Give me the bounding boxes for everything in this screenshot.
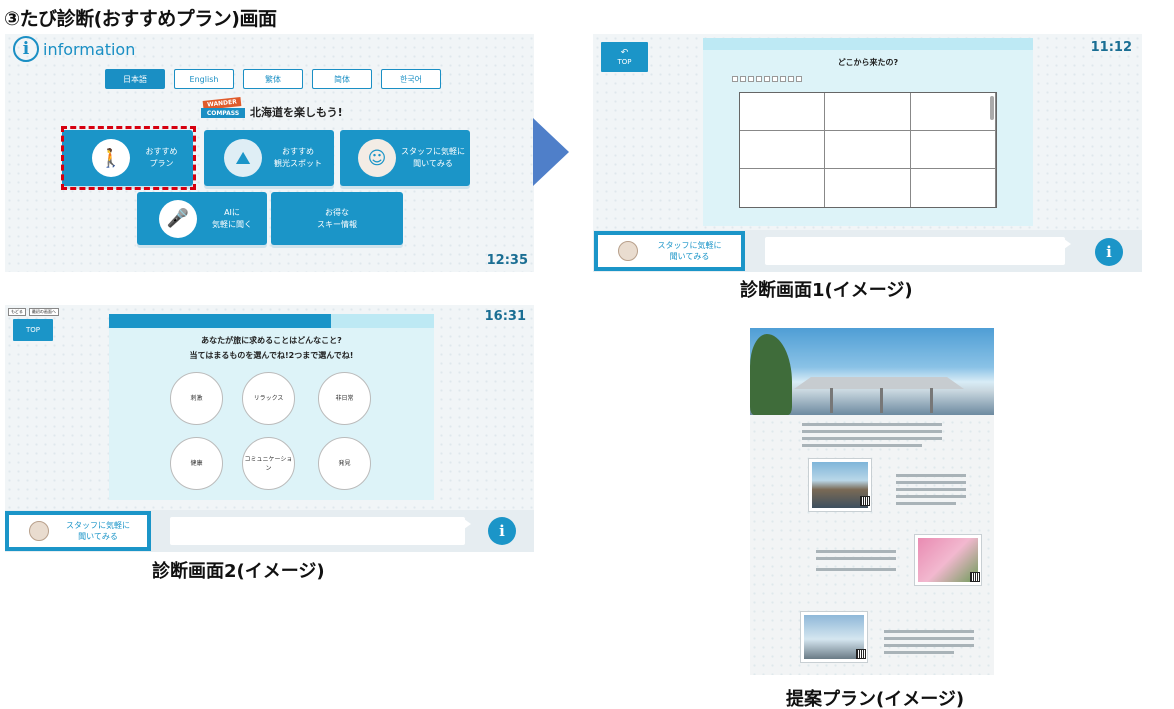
snow-mountain-icon: ⛰ [224, 139, 262, 177]
ask-staff-button[interactable]: ☺ スタッフに気軽に 聞いてみる [340, 130, 470, 186]
staff-face-icon: ☺ [358, 139, 396, 177]
lang-korean[interactable]: 한국어 [381, 69, 441, 89]
back-icon: ↶ [620, 48, 629, 58]
language-selector: 日本語 English 繁体 简体 한국어 [105, 69, 441, 89]
lang-traditional-chinese[interactable]: 繁体 [243, 69, 303, 89]
clock-time: 11:12 [1090, 40, 1132, 55]
prefecture-option[interactable] [740, 93, 826, 131]
clock-time: 16:31 [484, 309, 526, 324]
information-logo: i information [13, 36, 135, 62]
top-button-label: TOP [25, 326, 40, 334]
ski-info-button[interactable]: お得な スキー情報 [271, 192, 403, 245]
staff-avatar [618, 241, 638, 261]
ask-staff-button[interactable]: スタッフに気軽に 聞いてみる [594, 231, 745, 271]
progress-bar [703, 38, 1033, 50]
preference-question-screen: もどる 最初の画面へ TOP あなたが旅に求めることはどんなこと? 当てはまるも… [5, 305, 534, 552]
clock: 16:31 [485, 309, 526, 324]
progress-bar [109, 314, 434, 328]
intro-text [802, 423, 942, 426]
caption-screen1: 診断画面1(イメージ) [740, 280, 913, 301]
prefecture-option[interactable] [740, 131, 826, 169]
logo-text: information [43, 39, 136, 59]
choice-communication[interactable]: コミュニケーション [242, 437, 295, 490]
top-button-label: TOP [617, 58, 632, 66]
lang-simplified-chinese[interactable]: 简体 [312, 69, 372, 89]
prefecture-option[interactable] [910, 93, 996, 131]
brand-line2: COMPASS [201, 108, 245, 118]
prefecture-option[interactable] [825, 169, 911, 207]
progress-fill [109, 314, 331, 328]
lang-english[interactable]: English [174, 69, 234, 89]
staff-button-label: スタッフに気軽に 聞いてみる [657, 241, 722, 261]
intro-text [802, 444, 922, 447]
staff-avatar [29, 521, 49, 541]
pavilion-roof [794, 377, 964, 389]
caption-plan: 提案プラン(イメージ) [786, 689, 965, 709]
top-button[interactable]: ↶ TOP [601, 42, 648, 72]
button-label: スタッフに気軽に 聞いてみる [401, 147, 465, 168]
hero-photo [750, 328, 994, 415]
info-icon[interactable]: i [1095, 238, 1123, 266]
button-label: おすすめ 観光スポット [274, 147, 322, 168]
choice-stimulation[interactable]: 刺激 [170, 372, 223, 425]
selection-highlight [61, 126, 196, 190]
suggested-plan-document [750, 328, 994, 675]
tree-shape [750, 334, 792, 415]
button-label: お得な スキー情報 [317, 207, 357, 229]
top-button[interactable]: TOP [13, 319, 53, 341]
choice-discovery[interactable]: 発見 [318, 437, 371, 490]
microphone-icon: 🎤 [159, 199, 197, 238]
kana-index-tabs [732, 76, 802, 82]
info-icon: i [13, 36, 39, 62]
clock: 12:35 [487, 253, 528, 268]
ask-staff-button[interactable]: スタッフに気軽に 聞いてみる [5, 511, 151, 551]
caption-screen2: 診断画面2(イメージ) [152, 561, 325, 582]
origin-question-screen: ↶ TOP どこから来たの? 11:12 スタッフに気軽に 聞いてみる i [593, 34, 1142, 272]
info-icon[interactable]: i [488, 517, 516, 545]
recommended-spots-button[interactable]: ⛰ おすすめ 観光スポット [204, 130, 334, 186]
wander-compass-logo: WANDER COMPASS [201, 97, 245, 119]
lang-japanese[interactable]: 日本語 [105, 69, 165, 89]
prefecture-grid [739, 92, 997, 208]
back-tag[interactable]: もどる [8, 308, 26, 316]
page-heading: ③たび診断(おすすめプラン)画面 [4, 8, 277, 30]
chat-input[interactable] [765, 237, 1071, 265]
tagline: 北海道を楽しもう! [250, 106, 343, 119]
clock-time: 12:35 [486, 253, 528, 268]
choice-extraordinary[interactable]: 非日常 [318, 372, 371, 425]
top-menu-screen: i information 日本語 English 繁体 简体 한국어 WAND… [5, 34, 534, 272]
ask-ai-button[interactable]: 🎤 AIに 気軽に聞く [137, 192, 267, 245]
flow-arrow-icon [533, 118, 569, 186]
prefecture-option[interactable] [740, 169, 826, 207]
intro-text [802, 430, 942, 433]
prefecture-option[interactable] [911, 169, 996, 207]
prefecture-option[interactable] [910, 131, 996, 169]
first-screen-tag[interactable]: 最初の画面へ [28, 308, 59, 316]
chat-input[interactable] [170, 517, 471, 545]
staff-button-label: スタッフに気軽に 聞いてみる [66, 521, 130, 541]
button-label: AIに 気軽に聞く [212, 207, 252, 229]
qr-code-icon [970, 572, 980, 582]
question-text: あなたが旅に求めることはどんなこと? 当てはまるものを選んでね!2つまで選んでね… [189, 336, 354, 360]
grid-scrollbar[interactable] [990, 96, 994, 120]
intro-text [802, 437, 942, 440]
qr-code-icon [860, 496, 870, 506]
clock: 11:12 [1091, 40, 1132, 55]
nav-tags: もどる 最初の画面へ [8, 308, 59, 316]
qr-code-icon [856, 649, 866, 659]
choice-health[interactable]: 健康 [170, 437, 223, 490]
prefecture-option[interactable] [825, 93, 911, 131]
choice-relax[interactable]: リラックス [242, 372, 295, 425]
question-text: どこから来たの? [837, 58, 899, 67]
prefecture-option[interactable] [825, 131, 911, 169]
